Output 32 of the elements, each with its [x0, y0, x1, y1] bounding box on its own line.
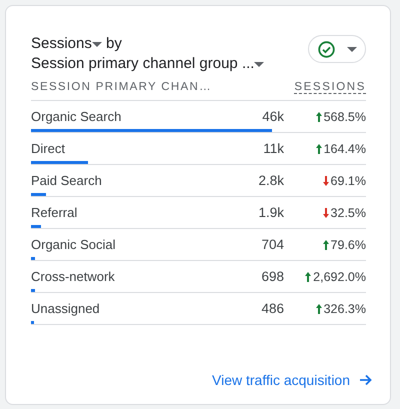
channel-name: Organic Search: [31, 109, 122, 124]
sessions-value: 2.8k: [257, 173, 284, 188]
sessions-value: 46k: [261, 109, 284, 124]
sessions-value: 486: [260, 301, 284, 316]
channel-name: Referral: [31, 205, 78, 220]
column-header[interactable]: SESSIONS: [294, 81, 366, 94]
column-header: SESSION PRIMARY CHAN…: [31, 81, 212, 94]
change-percent: 2,692.0%: [313, 270, 366, 284]
channel-name: Cross-network: [31, 269, 116, 284]
change-percent: 164.4%: [324, 142, 366, 156]
change-percent: 69.1%: [330, 174, 366, 188]
view-traffic-link[interactable]: View traffic acquisition: [212, 372, 372, 388]
change-percent: 568.5%: [324, 110, 366, 124]
status-dropdown[interactable]: [308, 35, 366, 63]
change-percent: 79.6%: [330, 238, 366, 252]
caret-icon: [92, 42, 102, 47]
sessions-value: 1.9k: [257, 205, 284, 220]
metric-selector[interactable]: Sessions: [31, 35, 102, 52]
sessions-value: 11k: [262, 141, 284, 156]
dimension-selector[interactable]: Session primary channel group ...: [31, 55, 264, 72]
channel-name: Organic Social: [31, 237, 117, 252]
channel-name: Direct: [31, 141, 66, 156]
caret-icon: [254, 62, 264, 67]
title-text: by: [106, 35, 122, 52]
change-percent: 326.3%: [324, 302, 366, 316]
sessions-value: 704: [260, 237, 284, 252]
channel-name: Unassigned: [31, 301, 101, 316]
sessions-value: 698: [260, 269, 284, 284]
caret-icon: [346, 46, 356, 52]
channel-name: Paid Search: [31, 173, 103, 188]
arrow-right-icon: [360, 374, 372, 386]
change-percent: 32.5%: [330, 206, 366, 220]
